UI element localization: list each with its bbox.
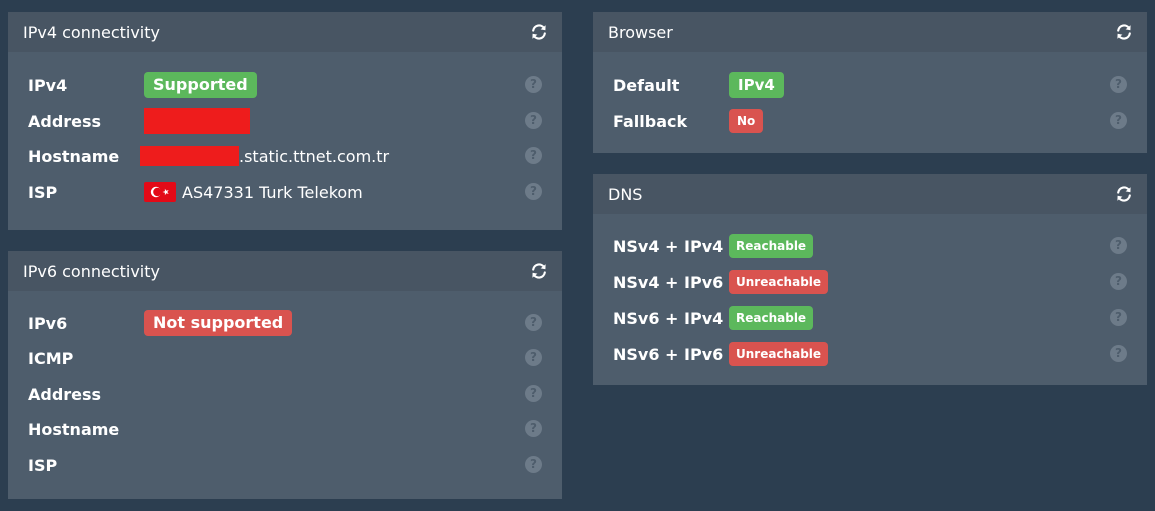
- dns-nsv6-ipv6-label: NSv6 + IPv6: [613, 345, 724, 364]
- refresh-icon[interactable]: [530, 262, 548, 280]
- dns-nsv6-ipv4-row: NSv6 + IPv4 Reachable ?: [613, 303, 1133, 333]
- dns-nsv6-ipv6-value: Unreachable: [729, 339, 829, 369]
- ipv6-isp-row: ISP ?: [28, 450, 548, 480]
- ipv4-label: IPv4: [28, 76, 68, 95]
- help-icon[interactable]: ?: [1110, 273, 1127, 290]
- ipv4-hostname-row: Hostname .static.ttnet.com.tr ?: [28, 141, 548, 171]
- ipv4-isp-row: ISP AS47331 Turk Telekom ?: [28, 177, 548, 207]
- dns-nsv6-ipv6-row: NSv6 + IPv6 Unreachable ?: [613, 339, 1133, 369]
- ipv6-panel-title: IPv6 connectivity: [23, 262, 160, 281]
- dns-nsv6-ipv6-badge: Unreachable: [729, 342, 829, 366]
- browser-fallback-row: Fallback No ?: [613, 106, 1133, 136]
- browser-panel-header: Browser: [593, 12, 1147, 52]
- browser-fallback-label: Fallback: [613, 112, 688, 131]
- dns-nsv4-ipv6-label: NSv4 + IPv6: [613, 273, 724, 292]
- ipv6-label: IPv6: [28, 314, 68, 333]
- ipv6-address-row: Address ?: [28, 379, 548, 409]
- ipv4-panel-header: IPv4 connectivity: [8, 12, 562, 52]
- ipv6-panel-header: IPv6 connectivity: [8, 251, 562, 291]
- redacted-address: [144, 108, 250, 134]
- redacted-hostname: [140, 146, 239, 166]
- browser-default-row: Default IPv4 ?: [613, 70, 1133, 100]
- browser-default-badge: IPv4: [729, 72, 784, 98]
- ipv6-hostname-label: Hostname: [28, 420, 120, 439]
- ipv6-connectivity-panel: IPv6 connectivity IPv6 Not supported ? I…: [8, 251, 562, 499]
- browser-default-label: Default: [613, 76, 680, 95]
- turkey-flag-icon: [144, 182, 176, 202]
- help-icon[interactable]: ?: [1110, 112, 1127, 129]
- dns-nsv4-ipv6-value: Unreachable: [729, 267, 829, 297]
- browser-default-value: IPv4: [729, 70, 784, 100]
- refresh-icon[interactable]: [1115, 23, 1133, 41]
- ipv4-address-row: Address ?: [28, 106, 548, 136]
- browser-panel-title: Browser: [608, 23, 673, 42]
- dns-nsv6-ipv4-value: Reachable: [729, 303, 814, 333]
- ipv4-hostname-value: .static.ttnet.com.tr: [140, 141, 389, 171]
- ipv6-value: Not supported: [144, 308, 293, 338]
- help-icon[interactable]: ?: [1110, 309, 1127, 326]
- dns-panel-title: DNS: [608, 185, 643, 204]
- help-icon[interactable]: ?: [525, 349, 542, 366]
- ipv4-panel-title: IPv4 connectivity: [23, 23, 160, 42]
- dns-nsv4-ipv6-row: NSv4 + IPv6 Unreachable ?: [613, 267, 1133, 297]
- ipv6-icmp-row: ICMP ?: [28, 343, 548, 373]
- help-icon[interactable]: ?: [525, 385, 542, 402]
- dns-nsv6-ipv4-label: NSv6 + IPv4: [613, 309, 724, 328]
- hostname-suffix: .static.ttnet.com.tr: [239, 146, 390, 166]
- help-icon[interactable]: ?: [1110, 345, 1127, 362]
- dns-nsv6-ipv4-badge: Reachable: [729, 306, 814, 330]
- browser-fallback-value: No: [729, 106, 764, 136]
- ipv4-isp-value: AS47331 Turk Telekom: [144, 177, 363, 207]
- ipv6-address-label: Address: [28, 385, 102, 404]
- help-icon[interactable]: ?: [525, 112, 542, 129]
- ipv6-row: IPv6 Not supported ?: [28, 308, 548, 338]
- dns-nsv4-ipv4-badge: Reachable: [729, 234, 814, 258]
- help-icon[interactable]: ?: [525, 456, 542, 473]
- dns-nsv4-ipv4-label: NSv4 + IPv4: [613, 237, 724, 256]
- dns-nsv4-ipv4-value: Reachable: [729, 231, 814, 261]
- refresh-icon[interactable]: [530, 23, 548, 41]
- ipv4-isp-label: ISP: [28, 183, 58, 202]
- ipv6-hostname-row: Hostname ?: [28, 414, 548, 444]
- refresh-icon[interactable]: [1115, 185, 1133, 203]
- dns-nsv4-ipv6-badge: Unreachable: [729, 270, 829, 294]
- ipv4-status-badge: Supported: [144, 72, 257, 98]
- help-icon[interactable]: ?: [1110, 237, 1127, 254]
- ipv4-address-label: Address: [28, 112, 102, 131]
- help-icon[interactable]: ?: [525, 147, 542, 164]
- ipv4-connectivity-panel: IPv4 connectivity IPv4 Supported ? Addre…: [8, 12, 562, 230]
- ipv4-value: Supported: [144, 70, 257, 100]
- help-icon[interactable]: ?: [525, 76, 542, 93]
- dns-nsv4-ipv4-row: NSv4 + IPv4 Reachable ?: [613, 231, 1133, 261]
- help-icon[interactable]: ?: [525, 420, 542, 437]
- ipv4-address-value: [144, 106, 250, 136]
- help-icon[interactable]: ?: [525, 183, 542, 200]
- help-icon[interactable]: ?: [525, 314, 542, 331]
- browser-fallback-badge: No: [729, 109, 764, 133]
- isp-name: AS47331 Turk Telekom: [182, 182, 363, 202]
- help-icon[interactable]: ?: [1110, 76, 1127, 93]
- ipv4-row: IPv4 Supported ?: [28, 70, 548, 100]
- dns-panel-header: DNS: [593, 174, 1147, 214]
- dns-panel: DNS NSv4 + IPv4 Reachable ? NSv4 + IPv6 …: [593, 174, 1147, 385]
- ipv6-isp-label: ISP: [28, 456, 58, 475]
- ipv6-icmp-label: ICMP: [28, 349, 74, 368]
- browser-panel: Browser Default IPv4 ? Fallback No ?: [593, 12, 1147, 153]
- ipv4-hostname-label: Hostname: [28, 147, 120, 166]
- ipv6-status-badge: Not supported: [144, 310, 293, 336]
